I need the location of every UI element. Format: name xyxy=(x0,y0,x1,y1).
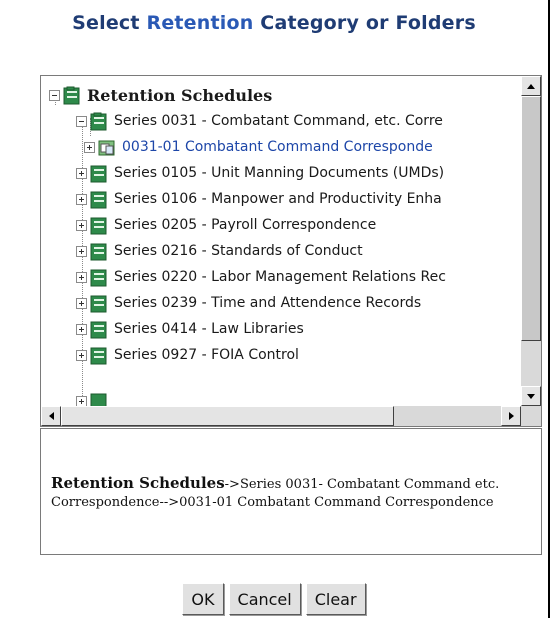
minus-box-icon[interactable] xyxy=(49,89,60,101)
title-accent: Retention xyxy=(146,12,254,34)
selected-path-root: Retention Schedules xyxy=(51,474,225,492)
tree-item-series-0239[interactable]: Series 0239 - Time and Attendence Record… xyxy=(76,290,421,316)
clear-button[interactable]: Clear xyxy=(305,583,366,615)
tree-horizontal-scrollbar[interactable] xyxy=(41,406,521,426)
scroll-right-button[interactable] xyxy=(501,406,521,426)
scrollbar-corner xyxy=(521,406,541,426)
tree-label: Series 0106 - Manpower and Productivity … xyxy=(114,191,442,207)
green-folder-icon xyxy=(90,191,107,208)
tree-label: Series 0927 - FOIA Control xyxy=(114,347,299,363)
tree-vertical-scrollbar[interactable] xyxy=(521,76,541,406)
tree-item-series-0220[interactable]: Series 0220 - Labor Management Relations… xyxy=(76,264,446,290)
tree-item-series-0106[interactable]: Series 0106 - Manpower and Productivity … xyxy=(76,186,442,212)
vertical-scroll-thumb[interactable] xyxy=(521,96,541,341)
plus-box-icon[interactable] xyxy=(76,167,87,179)
arrow-right-icon xyxy=(508,412,514,420)
green-folder-icon xyxy=(90,269,107,286)
arrow-left-icon xyxy=(48,412,54,420)
tree-item-series-0216[interactable]: Series 0216 - Standards of Conduct xyxy=(76,238,363,264)
plus-box-icon[interactable] xyxy=(84,141,95,153)
tree-label: 0031-01 Combatant Command Corresponde xyxy=(122,139,433,155)
dialog-buttons: OK Cancel Clear xyxy=(0,583,548,615)
plus-box-icon[interactable] xyxy=(76,271,87,283)
tree-label: Series 0105 - Unit Manning Documents (UM… xyxy=(114,165,445,181)
tree-label: Series 0031 - Combatant Command, etc. Co… xyxy=(114,113,443,129)
green-folder-icon xyxy=(90,393,107,406)
dialog-right-border xyxy=(548,0,550,618)
plus-box-icon[interactable] xyxy=(76,193,87,205)
ok-button[interactable]: OK xyxy=(182,583,224,615)
tree-label: Series 0239 - Time and Attendence Record… xyxy=(114,295,422,311)
scroll-down-button[interactable] xyxy=(521,386,541,406)
green-folder-icon xyxy=(63,86,80,104)
open-folder-icon xyxy=(98,140,115,155)
tree-item-series-0031[interactable]: Series 0031 - Combatant Command, etc. Co… xyxy=(76,108,443,134)
tree-root-retention-schedules[interactable]: Retention Schedules xyxy=(49,82,272,108)
retention-tree-panel: Retention Schedules Series 0031 - Combat… xyxy=(40,75,542,427)
scroll-left-button[interactable] xyxy=(41,406,61,426)
tree-label: Series 0216 - Standards of Conduct xyxy=(114,243,363,259)
plus-box-icon[interactable] xyxy=(76,219,87,231)
tree-item-0031-01[interactable]: 0031-01 Combatant Command Corresponde xyxy=(84,134,433,160)
tree-content: Retention Schedules Series 0031 - Combat… xyxy=(41,76,521,406)
title-suffix: Category or Folders xyxy=(253,12,476,34)
arrow-down-icon xyxy=(527,393,535,399)
plus-box-icon[interactable] xyxy=(76,323,87,335)
plus-box-icon[interactable] xyxy=(76,245,87,257)
green-folder-icon xyxy=(90,347,107,364)
cancel-button[interactable]: Cancel xyxy=(228,583,301,615)
horizontal-scroll-thumb[interactable] xyxy=(61,406,394,426)
tree-item-series-0205[interactable]: Series 0205 - Payroll Correspondence xyxy=(76,212,376,238)
plus-box-icon[interactable] xyxy=(76,297,87,309)
green-folder-icon xyxy=(90,165,107,182)
scroll-up-button[interactable] xyxy=(521,76,541,96)
tree-item-series-0927[interactable]: Series 0927 - FOIA Control xyxy=(76,342,299,368)
plus-box-icon[interactable] xyxy=(76,395,87,406)
selected-path-box: Retention Schedules->Series 0031- Combat… xyxy=(40,428,542,555)
green-folder-icon xyxy=(90,217,107,234)
plus-box-icon[interactable] xyxy=(76,349,87,361)
minus-box-icon[interactable] xyxy=(76,115,87,127)
tree-label: Series 0220 - Labor Management Relations… xyxy=(114,269,446,285)
tree-label: Retention Schedules xyxy=(87,85,273,105)
green-folder-icon xyxy=(90,112,107,130)
arrow-up-icon xyxy=(527,83,535,89)
green-folder-icon xyxy=(90,295,107,312)
tree-label: Series 0205 - Payroll Correspondence xyxy=(114,217,377,233)
tree-label: Series 0414 - Law Libraries xyxy=(114,321,304,337)
title-prefix: Select xyxy=(72,12,147,34)
tree-item-series-0105[interactable]: Series 0105 - Unit Manning Documents (UM… xyxy=(76,160,444,186)
green-folder-icon xyxy=(90,321,107,338)
tree-item-partial[interactable] xyxy=(76,388,114,406)
green-folder-icon xyxy=(90,243,107,260)
dialog-title: Select Retention Category or Folders xyxy=(0,12,548,34)
tree-item-series-0414[interactable]: Series 0414 - Law Libraries xyxy=(76,316,304,342)
